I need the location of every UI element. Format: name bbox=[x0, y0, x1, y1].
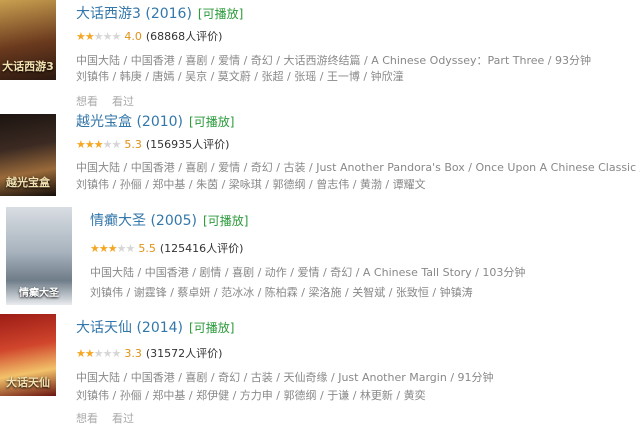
movie-cast: 刘镇伟 / 韩庚 / 唐嫣 / 吴京 / 莫文蔚 / 张超 / 张瑶 / 王一博… bbox=[76, 70, 404, 83]
movie-poster[interactable]: 越光宝盒 bbox=[0, 114, 56, 196]
rating: ★★★★★ 3.3 (31572人评价) bbox=[76, 345, 222, 361]
movie-cast: 刘镇伟 / 孙俪 / 郑中基 / 郑伊健 / 方力申 / 郭德纲 / 于谦 / … bbox=[76, 389, 426, 402]
movie-title-link[interactable]: 越光宝盒 (2010) bbox=[76, 114, 183, 130]
movie-info: 中国大陆 / 中国香港 / 喜剧 / 奇幻 / 古装 / 天仙奇缘 / Just… bbox=[76, 371, 494, 384]
poster-title: 情癫大圣 bbox=[19, 288, 59, 299]
rating-stars: ★★★★★ bbox=[76, 138, 121, 151]
rating-count[interactable]: (125416人评价) bbox=[160, 242, 244, 255]
rating-score: 5.5 bbox=[138, 242, 156, 255]
want-to-watch-link[interactable]: 想看 bbox=[76, 95, 98, 108]
rating-score: 4.0 bbox=[124, 30, 142, 43]
movie-title-link[interactable]: 大话西游3 (2016) bbox=[76, 6, 192, 22]
rating-count[interactable]: (156935人评价) bbox=[146, 138, 230, 151]
movie-poster[interactable]: 大话西游3 bbox=[0, 0, 56, 80]
movie-title-link[interactable]: 情癫大圣 (2005) bbox=[90, 213, 197, 229]
rating-score: 3.3 bbox=[124, 347, 142, 360]
poster-title: 大话西游3 bbox=[2, 60, 54, 73]
rating-stars: ★★★★★ bbox=[76, 347, 121, 360]
want-to-watch-link[interactable]: 想看 bbox=[76, 412, 98, 425]
movie-info: 中国大陆 / 中国香港 / 喜剧 / 爱情 / 奇幻 / 大话西游终结篇 / A… bbox=[76, 54, 591, 67]
playable-badge[interactable]: [可播放] bbox=[189, 115, 234, 129]
movie-info: 中国大陆 / 中国香港 / 喜剧 / 爱情 / 奇幻 / 古装 / Just A… bbox=[76, 161, 640, 174]
movie-cast: 刘镇伟 / 谢霆锋 / 蔡卓妍 / 范冰冰 / 陈柏霖 / 梁洛施 / 关智斌 … bbox=[90, 286, 473, 299]
movie-info: 中国大陆 / 中国香港 / 剧情 / 喜剧 / 动作 / 爱情 / 奇幻 / A… bbox=[90, 266, 526, 279]
movie-cast: 刘镇伟 / 孙俪 / 郑中基 / 朱茵 / 梁咏琪 / 郭德纲 / 曾志伟 / … bbox=[76, 178, 426, 191]
rating-count[interactable]: (31572人评价) bbox=[146, 347, 223, 360]
movie-poster[interactable]: 情癫大圣 bbox=[6, 207, 72, 305]
rating-count[interactable]: (68868人评价) bbox=[146, 30, 223, 43]
rating-stars: ★★★★★ bbox=[90, 242, 135, 255]
seen-link[interactable]: 看过 bbox=[112, 95, 134, 108]
playable-badge[interactable]: [可播放] bbox=[198, 7, 243, 21]
movie-poster[interactable]: 大话天仙 bbox=[0, 314, 56, 396]
rating: ★★★★★ 5.5 (125416人评价) bbox=[90, 240, 243, 256]
rating: ★★★★★ 4.0 (68868人评价) bbox=[76, 28, 222, 44]
playable-badge[interactable]: [可播放] bbox=[189, 321, 234, 335]
rating: ★★★★★ 5.3 (156935人评价) bbox=[76, 136, 229, 152]
seen-link[interactable]: 看过 bbox=[112, 412, 134, 425]
poster-title: 大话天仙 bbox=[6, 376, 50, 389]
rating-score: 5.3 bbox=[124, 138, 142, 151]
rating-stars: ★★★★★ bbox=[76, 30, 121, 43]
poster-title: 越光宝盒 bbox=[6, 176, 50, 189]
movie-title-link[interactable]: 大话天仙 (2014) bbox=[76, 320, 183, 336]
playable-badge[interactable]: [可播放] bbox=[203, 214, 248, 228]
